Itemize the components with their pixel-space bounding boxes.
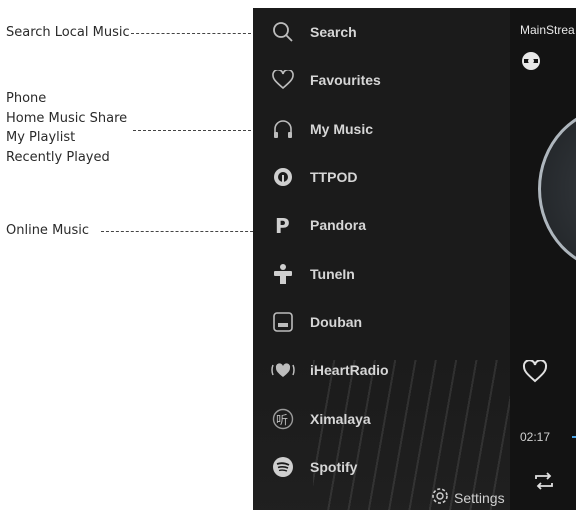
douban-icon — [271, 310, 295, 334]
drawer-item-label: TTPOD — [310, 169, 358, 185]
drawer-item-iheartradio[interactable]: iHeartRadio — [253, 346, 510, 394]
drawer-item-label: Search — [310, 24, 357, 40]
iheartradio-icon — [271, 358, 295, 382]
spotify-icon — [271, 455, 295, 479]
drawer-item-favourites[interactable]: Favourites — [253, 56, 510, 104]
drawer-item-label: Ximalaya — [310, 411, 371, 427]
annotation-line-phone: Phone — [6, 91, 47, 106]
heart-icon — [271, 68, 295, 92]
favourite-heart-icon[interactable] — [522, 359, 548, 389]
ttpod-icon — [271, 165, 295, 189]
drawer-item-ttpod[interactable]: TTPOD — [253, 153, 510, 201]
drawer-item-spotify[interactable]: Spotify — [253, 443, 510, 491]
drawer-item-tunein[interactable]: TuneIn — [253, 250, 510, 298]
drawer-item-pandora[interactable]: P Pandora — [253, 201, 510, 249]
player-pane: MainStrea 02:17 — [510, 8, 576, 510]
drawer-item-label: My Music — [310, 121, 374, 137]
annotation-line-my-playlist: My Playlist — [6, 130, 76, 145]
drawer-item-label: TuneIn — [310, 266, 355, 282]
repeat-icon[interactable] — [532, 470, 556, 497]
source-device-icon[interactable] — [520, 50, 542, 77]
annotation-line-home-music-share: Home Music Share — [6, 110, 128, 126]
drawer-item-label: Pandora — [310, 217, 367, 233]
svg-text:P: P — [275, 214, 290, 236]
settings-button[interactable]: Settings — [429, 486, 505, 510]
tunein-icon — [271, 262, 295, 286]
drawer-item-search[interactable]: Search — [253, 8, 510, 56]
album-art-disc — [538, 106, 576, 272]
annotation-line-recently-played: Recently Played — [6, 149, 110, 165]
leader-line-my-music — [133, 130, 251, 131]
navigation-drawer: Search Favourites My Music TTPOD P Pando… — [253, 8, 510, 510]
annotation-online-music: Online Music — [6, 223, 90, 238]
settings-label: Settings — [454, 490, 505, 506]
elapsed-time: 02:17 — [520, 430, 551, 444]
svg-text:听: 听 — [276, 413, 288, 427]
phone-screen: Search Favourites My Music TTPOD P Pando… — [253, 8, 576, 510]
drawer-item-label: Spotify — [310, 459, 358, 475]
search-icon — [271, 20, 295, 44]
ximalaya-icon: 听 — [271, 407, 295, 431]
drawer-item-ximalaya[interactable]: 听 Ximalaya — [253, 395, 510, 443]
seek-bar[interactable] — [572, 436, 576, 438]
drawer-item-label: Douban — [310, 314, 363, 330]
drawer-item-label: iHeartRadio — [310, 362, 389, 378]
headphones-icon — [271, 117, 295, 141]
drawer-item-label: Favourites — [310, 72, 381, 88]
gear-icon — [429, 485, 451, 510]
leader-line-search — [131, 33, 251, 34]
drawer-item-douban[interactable]: Douban — [253, 298, 510, 346]
leader-line-online — [101, 231, 258, 232]
source-label: MainStrea — [520, 23, 575, 37]
annotation-search-local: Search Local Music — [6, 25, 130, 40]
drawer-item-my-music[interactable]: My Music — [253, 105, 510, 153]
annotation-my-music: Phone Home Music Share My Playlist Recen… — [6, 89, 127, 167]
pandora-icon: P — [271, 213, 295, 237]
